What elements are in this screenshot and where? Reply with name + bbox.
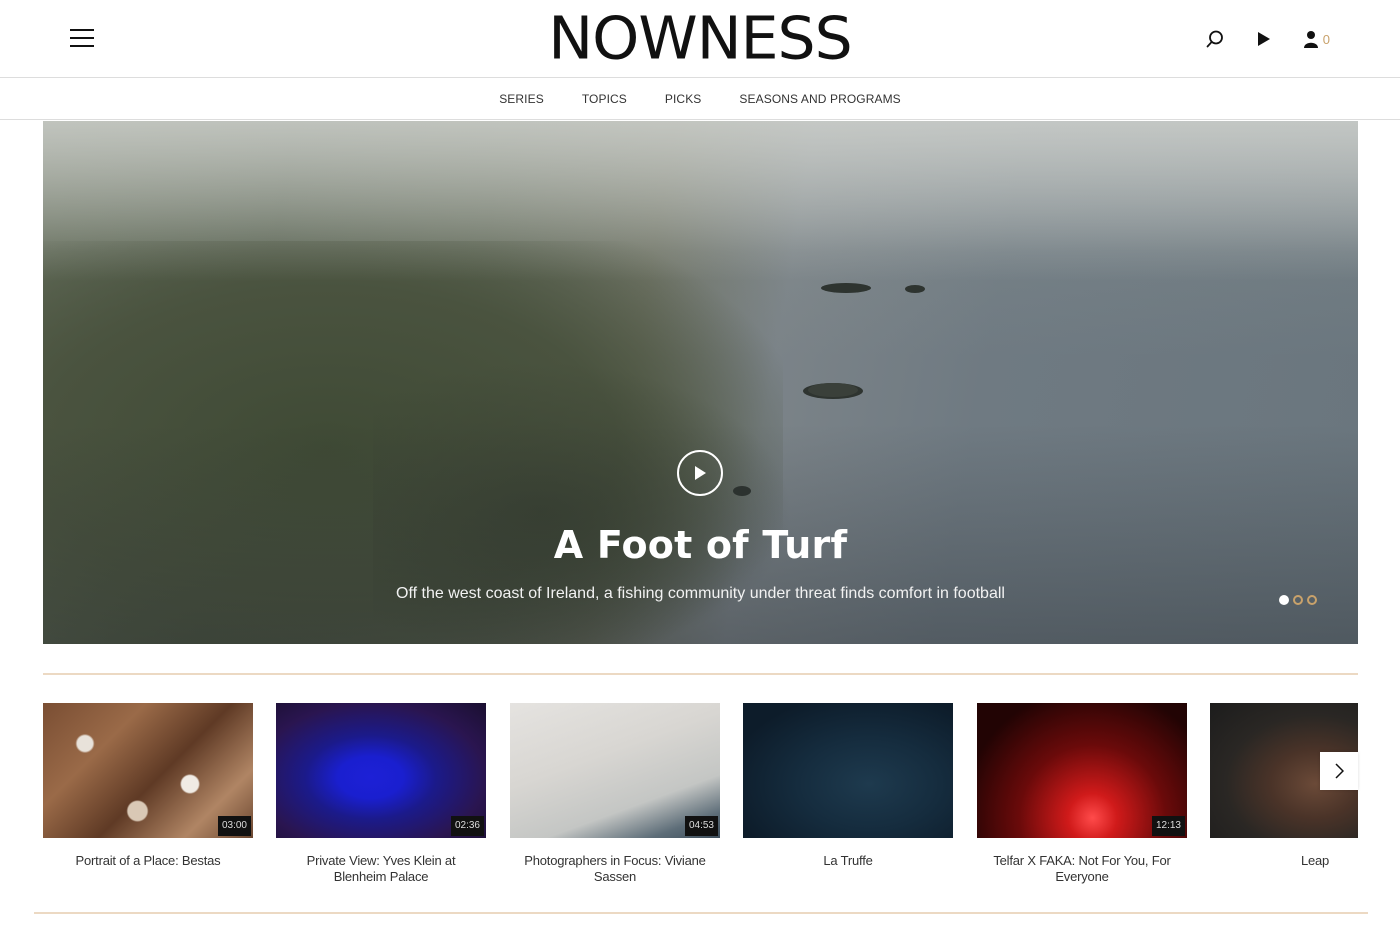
- hero-image-rock: [905, 285, 925, 293]
- duration-badge: 02:36: [450, 816, 484, 836]
- video-title[interactable]: Leap: [1210, 853, 1358, 869]
- search-icon[interactable]: [1206, 26, 1224, 52]
- hero-image-rock: [821, 283, 871, 293]
- video-thumbnail[interactable]: 12:13: [977, 703, 1187, 838]
- video-title[interactable]: Private View: Yves Klein at Blenheim Pal…: [276, 853, 486, 885]
- carousel-next-button[interactable]: [1320, 752, 1358, 790]
- video-card[interactable]: 02:36 Private View: Yves Klein at Blenhe…: [276, 703, 486, 885]
- video-title[interactable]: Telfar X FAKA: Not For You, For Everyone: [977, 853, 1187, 885]
- header-actions: 0: [1206, 26, 1330, 52]
- nav-item-picks[interactable]: PICKS: [665, 92, 702, 106]
- play-icon: [695, 466, 706, 480]
- main-nav: SERIES TOPICS PICKS SEASONS AND PROGRAMS: [0, 79, 1400, 120]
- site-logo[interactable]: NOWNESS: [0, 7, 1400, 72]
- slide-dot-1[interactable]: [1279, 595, 1289, 605]
- video-title[interactable]: Portrait of a Place: Bestas: [43, 853, 253, 869]
- site-header: NOWNESS 0: [0, 0, 1400, 78]
- duration-badge: 04:53: [684, 816, 718, 836]
- cart-count[interactable]: 0: [1323, 32, 1330, 47]
- divider: [43, 673, 1358, 675]
- nav-item-topics[interactable]: TOPICS: [582, 92, 627, 106]
- hero-image-mist: [43, 121, 1358, 281]
- hero-banner[interactable]: A Foot of Turf Off the west coast of Ire…: [43, 121, 1358, 644]
- video-card[interactable]: La Truffe: [743, 703, 953, 869]
- video-carousel: 03:00 Portrait of a Place: Bestas 02:36 …: [43, 703, 1358, 903]
- video-thumbnail[interactable]: 02:36: [276, 703, 486, 838]
- video-thumbnail[interactable]: 04:53: [510, 703, 720, 838]
- video-thumbnail[interactable]: 03:00: [43, 703, 253, 838]
- play-icon[interactable]: [1257, 26, 1271, 52]
- video-card[interactable]: 12:13 Telfar X FAKA: Not For You, For Ev…: [977, 703, 1187, 885]
- nav-item-series[interactable]: SERIES: [499, 92, 544, 106]
- hero-title[interactable]: A Foot of Turf: [43, 523, 1358, 567]
- slide-dot-3[interactable]: [1307, 595, 1317, 605]
- video-card[interactable]: 03:00 Portrait of a Place: Bestas: [43, 703, 253, 869]
- video-title[interactable]: La Truffe: [743, 853, 953, 869]
- chevron-right-icon: [1335, 763, 1344, 779]
- duration-badge: 12:13: [1151, 816, 1185, 836]
- carousel-indicators: [1279, 595, 1321, 605]
- duration-badge: 03:00: [217, 816, 251, 836]
- video-card[interactable]: 04:53 Photographers in Focus: Viviane Sa…: [510, 703, 720, 885]
- nav-item-seasons-and-programs[interactable]: SEASONS AND PROGRAMS: [739, 92, 900, 106]
- video-title[interactable]: Photographers in Focus: Viviane Sassen: [510, 853, 720, 885]
- hero-image-rock: [808, 383, 858, 397]
- user-icon[interactable]: [1303, 26, 1319, 52]
- hero-play-button[interactable]: [677, 450, 723, 496]
- video-thumbnail[interactable]: [743, 703, 953, 838]
- hero-subtitle: Off the west coast of Ireland, a fishing…: [396, 585, 1005, 602]
- slide-dot-2[interactable]: [1293, 595, 1303, 605]
- divider: [34, 912, 1368, 914]
